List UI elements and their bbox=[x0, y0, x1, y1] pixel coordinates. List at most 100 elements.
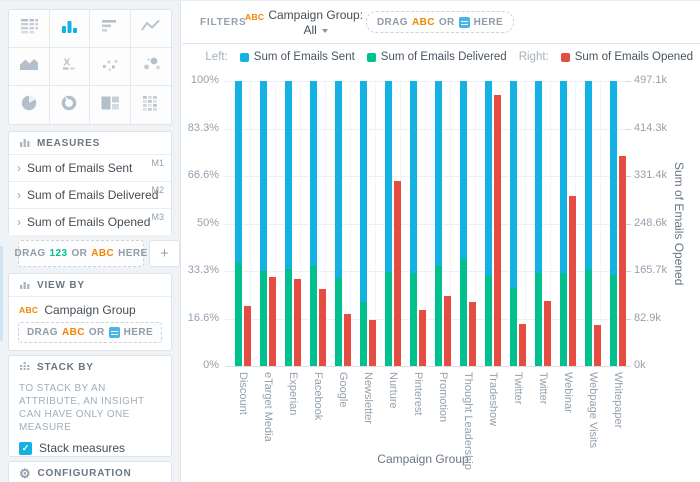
x-axis-category-label: Promotion bbox=[437, 372, 449, 422]
visualization-picker: X bbox=[8, 9, 172, 125]
x-axis-category-label: Nurture bbox=[387, 372, 399, 409]
bar-emails-delivered[interactable] bbox=[385, 272, 392, 366]
x-axis-category-label: Webinar bbox=[562, 372, 574, 413]
bar-emails-sent[interactable] bbox=[460, 81, 467, 259]
or-label: OR bbox=[89, 327, 105, 338]
bar-emails-delivered[interactable] bbox=[510, 288, 517, 366]
bar-emails-opened[interactable] bbox=[419, 310, 426, 366]
attribute-tag: ABC bbox=[19, 305, 38, 315]
vis-type-area-chart[interactable] bbox=[9, 48, 50, 86]
bar-emails-sent[interactable] bbox=[360, 81, 367, 302]
bar-emails-opened[interactable] bbox=[319, 289, 326, 366]
vis-type-bar-chart[interactable] bbox=[90, 10, 131, 48]
x-axis-category-label: Discount bbox=[237, 372, 249, 415]
bar-emails-sent[interactable] bbox=[285, 81, 292, 269]
bar-emails-opened[interactable] bbox=[344, 314, 351, 366]
measures-title: MEASURES bbox=[37, 138, 100, 149]
measures-drop-zone[interactable]: DRAG 123 OR ABC HERE bbox=[18, 240, 144, 267]
view-by-item-label: Campaign Group bbox=[44, 303, 135, 317]
add-measure-button[interactable]: + bbox=[149, 240, 180, 267]
gear-icon: ⚙ bbox=[19, 467, 31, 480]
bar-emails-opened[interactable] bbox=[544, 301, 551, 366]
bar-emails-sent[interactable] bbox=[260, 81, 267, 271]
measure-item-emails-sent[interactable]: › Sum of Emails Sent M1 bbox=[9, 154, 171, 181]
right-axis-tick-label: 248.6k bbox=[634, 217, 667, 229]
bar-emails-sent[interactable] bbox=[335, 81, 342, 278]
bar-emails-delivered[interactable] bbox=[235, 263, 242, 366]
stack-measures-checkbox[interactable]: ✓ Stack measures bbox=[9, 441, 171, 455]
bar-emails-delivered[interactable] bbox=[310, 266, 317, 366]
bar-emails-opened[interactable] bbox=[444, 296, 451, 366]
vis-type-donut-chart[interactable] bbox=[50, 86, 91, 124]
measure-item-emails-opened[interactable]: › Sum of Emails Opened M3 bbox=[9, 208, 171, 235]
bar-emails-delivered[interactable] bbox=[410, 273, 417, 366]
bar-emails-opened[interactable] bbox=[569, 196, 576, 366]
bubble-chart-icon bbox=[139, 54, 163, 79]
bar-emails-delivered[interactable] bbox=[285, 269, 292, 366]
bar-emails-sent[interactable] bbox=[410, 81, 417, 273]
right-axis-tick-label: 165.7k bbox=[634, 264, 667, 276]
left-axis-tick-label: 0% bbox=[182, 359, 219, 371]
bar-emails-opened[interactable] bbox=[494, 95, 501, 366]
left-axis-tick-label: 66.6% bbox=[182, 169, 219, 181]
x-axis-line bbox=[225, 366, 631, 367]
x-axis-category-label: Thought Leadership bbox=[462, 372, 474, 470]
bar-emails-opened[interactable] bbox=[369, 320, 376, 366]
configuration-panel[interactable]: ⚙ CONFIGURATION bbox=[8, 461, 172, 482]
sidebar: X MEASURES › Sum of Emails Sent M1 › Sum… bbox=[0, 1, 181, 482]
bar-emails-opened[interactable] bbox=[469, 302, 476, 366]
bar-emails-sent[interactable] bbox=[385, 81, 392, 272]
bar-emails-sent[interactable] bbox=[485, 81, 492, 275]
bar-emails-opened[interactable] bbox=[294, 279, 301, 366]
bar-emails-opened[interactable] bbox=[519, 324, 526, 366]
measures-icon bbox=[19, 136, 31, 151]
vis-type-line-chart[interactable] bbox=[131, 10, 172, 48]
bar-emails-delivered[interactable] bbox=[260, 271, 267, 366]
bar-emails-sent[interactable] bbox=[435, 81, 442, 266]
bar-emails-delivered[interactable] bbox=[610, 275, 617, 366]
bar-emails-delivered[interactable] bbox=[335, 278, 342, 366]
x-axis-category-label: Twitter bbox=[537, 372, 549, 404]
area-chart-icon bbox=[17, 54, 41, 79]
view-by-item-campaign-group[interactable]: ABC Campaign Group bbox=[9, 296, 171, 322]
bar-emails-sent[interactable] bbox=[585, 81, 592, 269]
bar-emails-delivered[interactable] bbox=[535, 273, 542, 366]
x-axis-category-label: Google bbox=[337, 372, 349, 407]
vis-type-headline[interactable]: X bbox=[50, 48, 91, 86]
x-axis-category-label: Twitter bbox=[512, 372, 524, 404]
bar-emails-opened[interactable] bbox=[269, 277, 276, 366]
vis-type-heatmap[interactable] bbox=[131, 86, 172, 124]
bar-emails-delivered[interactable] bbox=[560, 273, 567, 366]
bar-emails-delivered[interactable] bbox=[460, 259, 467, 366]
right-axis-tick-label: 0k bbox=[634, 359, 646, 371]
bar-emails-opened[interactable] bbox=[394, 181, 401, 366]
bar-emails-opened[interactable] bbox=[619, 156, 626, 366]
bar-emails-opened[interactable] bbox=[594, 325, 601, 366]
bar-emails-sent[interactable] bbox=[610, 81, 617, 275]
left-axis-tick-label: 50% bbox=[182, 217, 219, 229]
vis-type-table[interactable] bbox=[9, 10, 50, 48]
view-by-drop-zone[interactable]: DRAG ABC OR HERE bbox=[18, 322, 162, 343]
stacked-column-chart: Campaign Group Sum of Emails Opened 0%0k… bbox=[182, 1, 700, 482]
bar-emails-delivered[interactable] bbox=[485, 275, 492, 366]
vis-type-pie-chart[interactable] bbox=[9, 86, 50, 124]
vis-type-scatter-plot[interactable] bbox=[90, 48, 131, 86]
bar-emails-sent[interactable] bbox=[510, 81, 517, 288]
calendar-icon bbox=[109, 327, 120, 338]
bar-emails-delivered[interactable] bbox=[360, 302, 367, 366]
bar-emails-sent[interactable] bbox=[310, 81, 317, 266]
bar-emails-sent[interactable] bbox=[560, 81, 567, 273]
bar-emails-delivered[interactable] bbox=[435, 266, 442, 366]
measure-item-emails-delivered[interactable]: › Sum of Emails Delivered M2 bbox=[9, 181, 171, 208]
bar-emails-opened[interactable] bbox=[244, 306, 251, 366]
vis-type-bubble-chart[interactable] bbox=[131, 48, 172, 86]
bar-emails-sent[interactable] bbox=[235, 81, 242, 263]
bar-emails-sent[interactable] bbox=[535, 81, 542, 273]
sidebar-scrollbar[interactable] bbox=[0, 246, 3, 341]
vis-type-treemap[interactable] bbox=[90, 86, 131, 124]
bar-emails-delivered[interactable] bbox=[585, 269, 592, 366]
vis-type-column-chart[interactable] bbox=[50, 10, 91, 48]
right-axis-tick-label: 82.9k bbox=[634, 312, 661, 324]
line-chart-icon bbox=[139, 16, 163, 41]
measure-tag: M2 bbox=[151, 185, 164, 195]
